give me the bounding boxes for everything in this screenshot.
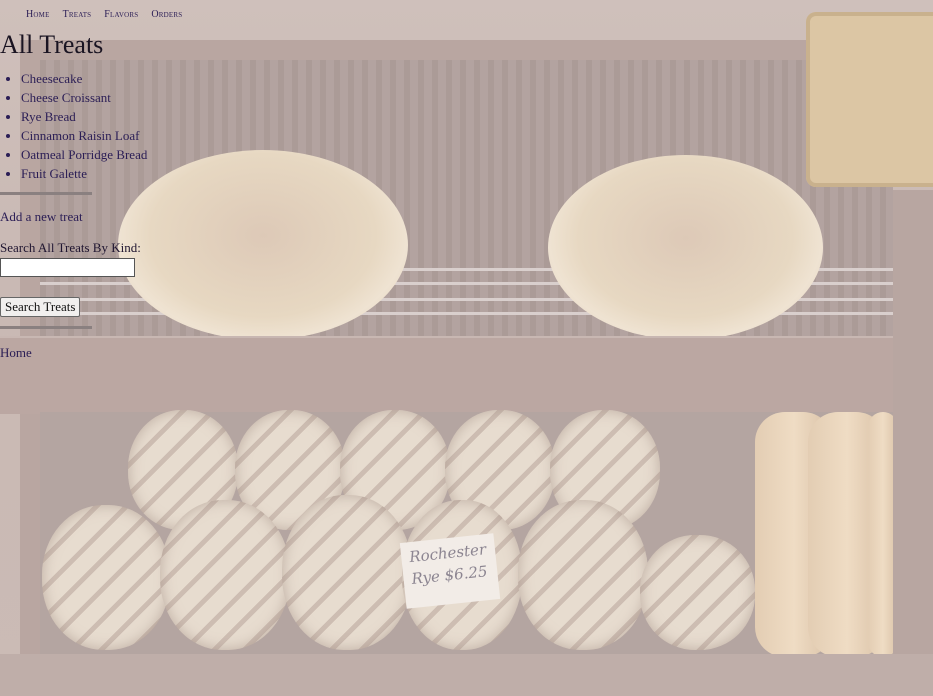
top-nav: Home Treats Flavors Orders xyxy=(0,0,933,20)
search-treats-button[interactable]: Search Treats xyxy=(0,297,81,317)
treat-link-fruit-galette[interactable]: Fruit Galette xyxy=(21,166,87,181)
divider xyxy=(0,192,92,195)
list-item: Cinnamon Raisin Loaf xyxy=(21,126,933,145)
treat-link-cheesecake[interactable]: Cheesecake xyxy=(21,71,82,86)
treat-link-cheese-croissant[interactable]: Cheese Croissant xyxy=(21,90,111,105)
nav-treats-link[interactable]: Treats xyxy=(63,9,92,20)
treat-link-cinnamon-raisin-loaf[interactable]: Cinnamon Raisin Loaf xyxy=(21,128,139,143)
page-title: All Treats xyxy=(0,30,104,59)
nav-orders-link[interactable]: Orders xyxy=(151,9,182,20)
nav-home-link[interactable]: Home xyxy=(26,9,50,20)
list-item: Oatmeal Porridge Bread xyxy=(21,145,933,164)
treat-link-oatmeal-porridge-bread[interactable]: Oatmeal Porridge Bread xyxy=(21,147,147,162)
treat-link-rye-bread[interactable]: Rye Bread xyxy=(21,109,76,124)
home-link[interactable]: Home xyxy=(0,345,933,361)
list-item: Rye Bread xyxy=(21,107,933,126)
search-label: Search All Treats By Kind: xyxy=(0,240,141,255)
list-item: Cheese Croissant xyxy=(21,88,933,107)
add-new-treat-link[interactable]: Add a new treat xyxy=(0,209,933,225)
list-item: Cheesecake xyxy=(21,69,933,88)
divider xyxy=(0,326,92,329)
list-item: Fruit Galette xyxy=(21,164,933,183)
search-input[interactable] xyxy=(0,258,135,277)
search-form: Search All Treats By Kind: Search Treats xyxy=(0,240,933,317)
nav-flavors-link[interactable]: Flavors xyxy=(104,9,138,20)
treats-list: Cheesecake Cheese Croissant Rye Bread Ci… xyxy=(0,69,933,183)
